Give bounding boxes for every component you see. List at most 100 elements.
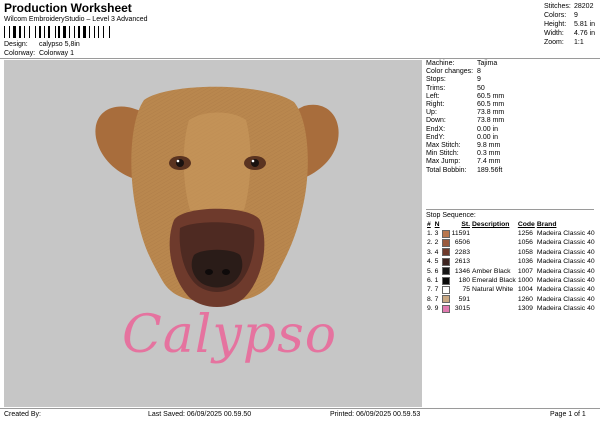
design-value: calypso 5,8in: [38, 41, 80, 48]
info-label: Min Stitch:: [426, 150, 459, 158]
info-value: 9: [477, 76, 481, 84]
footer-divider: [0, 408, 600, 409]
stat-value: 4.76 in: [574, 30, 596, 37]
info-row: Up: 73.8 mm: [426, 109, 504, 117]
stitch-count: 3015: [454, 305, 470, 313]
color-swatch: [441, 238, 451, 248]
info-value: 60.5 mm: [477, 101, 505, 109]
row-number: 5.: [427, 267, 433, 275]
stat-row: Zoom: 1:1: [544, 38, 595, 47]
stitch-count: 6506: [454, 239, 470, 247]
thread-color-swatch: [441, 295, 450, 304]
color-swatch: [441, 276, 451, 286]
stat-label: Stitches:: [544, 3, 571, 10]
needle-number: 5: [434, 258, 439, 266]
info-row: Trims: 50: [426, 85, 504, 93]
info-label: Max Jump:: [426, 158, 461, 166]
info-label: Trims:: [426, 84, 446, 92]
software-name: Wilcom EmbroideryStudio – Level 3 Advanc…: [4, 16, 148, 23]
thread-code: 1256: [517, 229, 533, 237]
row-number: 2.: [427, 239, 433, 247]
info-row: Min Stitch: 0.3 mm: [426, 150, 504, 158]
thread-brand: Madeira Classic 40: [536, 286, 595, 294]
design-preview: Calypso: [4, 60, 422, 407]
info-label: Max Stitch:: [426, 142, 461, 150]
info-row: EndX: 0.00 in: [426, 126, 504, 134]
info-row: Right: 60.5 mm: [426, 101, 504, 109]
color-swatch: [441, 267, 451, 276]
needle-number: 7: [434, 295, 439, 303]
row-number: 4.: [427, 258, 433, 266]
thread-brand: Madeira Classic 40: [536, 276, 595, 284]
worksheet-title: Production Worksheet: [4, 1, 132, 15]
stat-row: Height: 5.81 in: [544, 20, 595, 29]
row-number: 6.: [427, 276, 433, 284]
table-row: 6. 1 180 Emerald Black 1000 Madeira Classic 4…: [426, 276, 596, 286]
table-row: 7. 7 75 Natural White 1004 Madeira Classic 40: [426, 285, 596, 295]
info-value: 0.3 mm: [477, 150, 501, 158]
stat-label: Width:: [544, 30, 564, 37]
thread-description: [471, 230, 517, 239]
stitch-count: 2283: [454, 248, 470, 256]
printed-date: Printed: 06/09/2025 00.59.53: [330, 411, 421, 418]
thread-color-swatch: [441, 238, 450, 247]
thread-color-swatch: [441, 276, 450, 285]
info-label: EndY:: [426, 133, 445, 141]
info-row: Max Jump: 7.4 mm: [426, 158, 504, 166]
barcode: [4, 26, 114, 38]
colorway-value: Colorway 1: [38, 50, 74, 57]
stop-sequence-table: # N St. Description Code Brand 1. 3 11591 1…: [426, 221, 596, 314]
info-label: Color changes:: [426, 68, 474, 76]
info-label: Up:: [426, 109, 437, 117]
thread-brand: Madeira Classic 40: [536, 305, 595, 313]
info-row: EndY: 0.00 in: [426, 134, 504, 142]
info-label: Machine:: [426, 60, 455, 67]
thread-code: 1000: [517, 276, 533, 284]
thread-code: 1007: [517, 267, 533, 275]
info-value: 9.8 mm: [477, 142, 501, 150]
thread-description: [471, 248, 517, 257]
table-header-row: # N St. Description Code Brand: [426, 221, 596, 230]
info-value: Tajima: [477, 60, 498, 67]
stat-row: Colors: 9: [544, 11, 595, 20]
row-number: 8.: [427, 295, 433, 303]
info-label: Down:: [426, 117, 446, 125]
info-value: 189.56ft: [477, 166, 503, 174]
thread-brand: Madeira Classic 40: [536, 267, 595, 275]
stitch-count: 591: [458, 295, 470, 303]
col-stitches: St.: [461, 221, 470, 228]
col-description: Description: [472, 221, 510, 228]
section-divider: [426, 209, 594, 210]
info-label: Right:: [426, 101, 445, 109]
thread-description: [471, 239, 517, 248]
created-by: Created By:: [4, 411, 41, 418]
stat-row: Width: 4.76 in: [544, 29, 595, 38]
stop-sequence-title: Stop Sequence:: [426, 212, 476, 219]
row-number: 3.: [427, 248, 433, 256]
design-name-text: Calypso: [122, 305, 338, 365]
info-value: 0.00 in: [477, 125, 499, 133]
stat-value: 1:1: [574, 39, 584, 46]
thread-code: 1004: [517, 286, 533, 294]
thread-brand: Madeira Classic 40: [536, 295, 595, 303]
color-swatch: [441, 295, 451, 304]
stitch-count: 2613: [454, 258, 470, 266]
stat-row: Stitches: 28202: [544, 2, 595, 11]
last-saved: Last Saved: 06/09/2025 00.59.50: [148, 411, 252, 418]
info-value: 60.5 mm: [477, 92, 505, 100]
row-number: 9.: [427, 305, 433, 313]
stat-label: Zoom:: [544, 39, 564, 46]
thread-color-swatch: [441, 229, 450, 238]
thread-brand: Madeira Classic 40: [536, 248, 595, 256]
thread-description: Emerald Black: [472, 276, 516, 284]
thread-code: 1056: [517, 239, 533, 247]
color-swatch: [441, 285, 451, 295]
info-row: Left: 60.5 mm: [426, 93, 504, 101]
thread-description: [471, 305, 517, 314]
info-value: 50: [477, 84, 485, 92]
needle-number: 2: [434, 239, 439, 247]
design-row: Design: calypso 5,8in: [4, 41, 80, 48]
col-number: #: [427, 221, 431, 228]
thread-color-swatch: [441, 285, 450, 294]
table-row: 5. 6 1346 Amber Black 1007 Madeira Classic 40: [426, 267, 596, 276]
